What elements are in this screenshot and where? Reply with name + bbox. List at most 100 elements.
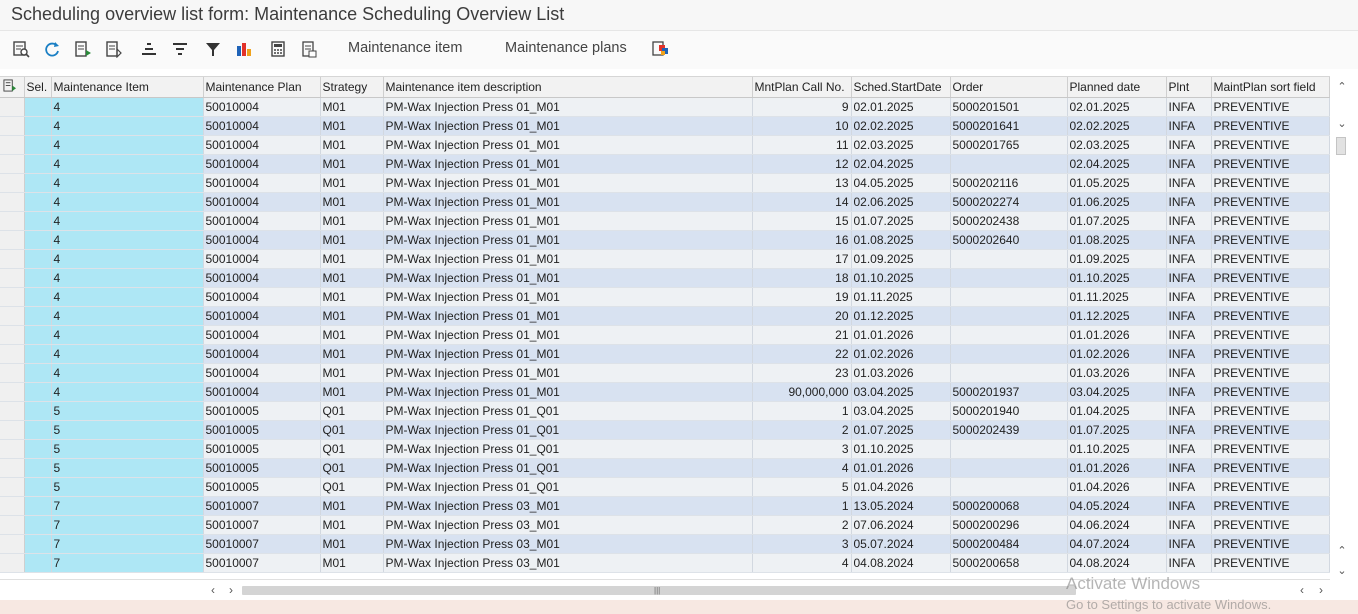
scroll-down-bottom-icon[interactable]: ⌄ <box>1335 563 1349 577</box>
cell-maintenance-item[interactable]: 7 <box>51 515 204 535</box>
cell-planned-date[interactable]: 01.10.2025 <box>1067 268 1167 288</box>
cell-description[interactable]: PM-Wax Injection Press 03_M01 <box>383 496 753 516</box>
cell-strategy[interactable]: M01 <box>320 268 384 288</box>
sel-cell[interactable] <box>24 363 52 383</box>
table-row[interactable]: 4 50010004 M01 PM-Wax Injection Press 01_M0… <box>0 249 1330 269</box>
cell-planned-date[interactable]: 01.07.2025 <box>1067 420 1167 440</box>
cell-call-number[interactable]: 22 <box>752 344 852 364</box>
cell-sort-field[interactable]: PREVENTIVE <box>1211 458 1330 478</box>
cell-sort-field[interactable]: PREVENTIVE <box>1211 382 1330 402</box>
cell-order[interactable] <box>950 287 1068 307</box>
cell-description[interactable]: PM-Wax Injection Press 01_M01 <box>383 97 753 117</box>
cell-strategy[interactable]: M01 <box>320 325 384 345</box>
cell-maintenance-plan[interactable]: 50010004 <box>203 173 321 193</box>
cell-plant[interactable]: INFA <box>1166 382 1212 402</box>
filter-icon[interactable] <box>203 39 223 59</box>
cell-sort-field[interactable]: PREVENTIVE <box>1211 116 1330 136</box>
row-selector[interactable] <box>0 287 25 307</box>
cell-planned-date[interactable]: 01.06.2025 <box>1067 192 1167 212</box>
cell-description[interactable]: PM-Wax Injection Press 01_Q01 <box>383 401 753 421</box>
sel-cell[interactable] <box>24 211 52 231</box>
cell-planned-date[interactable]: 01.12.2025 <box>1067 306 1167 326</box>
cell-maintenance-plan[interactable]: 50010007 <box>203 515 321 535</box>
cell-call-number[interactable]: 20 <box>752 306 852 326</box>
cell-maintenance-item[interactable]: 4 <box>51 116 204 136</box>
sel-cell[interactable] <box>24 401 52 421</box>
cell-planned-date[interactable]: 03.04.2025 <box>1067 382 1167 402</box>
row-selector[interactable] <box>0 382 25 402</box>
cell-call-number[interactable]: 18 <box>752 268 852 288</box>
cell-sched-start-date[interactable]: 01.10.2025 <box>851 268 951 288</box>
refresh-icon[interactable] <box>42 39 62 59</box>
cell-description[interactable]: PM-Wax Injection Press 03_M01 <box>383 534 753 554</box>
cell-maintenance-plan[interactable]: 50010004 <box>203 135 321 155</box>
row-selector[interactable] <box>0 249 25 269</box>
sel-cell[interactable] <box>24 477 52 497</box>
cell-sort-field[interactable]: PREVENTIVE <box>1211 420 1330 440</box>
cell-planned-date[interactable]: 01.04.2025 <box>1067 401 1167 421</box>
cell-sort-field[interactable]: PREVENTIVE <box>1211 211 1330 231</box>
cell-planned-date[interactable]: 02.01.2025 <box>1067 97 1167 117</box>
cell-maintenance-item[interactable]: 4 <box>51 135 204 155</box>
cell-sort-field[interactable]: PREVENTIVE <box>1211 192 1330 212</box>
cell-sort-field[interactable]: PREVENTIVE <box>1211 230 1330 250</box>
cell-sort-field[interactable]: PREVENTIVE <box>1211 173 1330 193</box>
print-icon[interactable] <box>268 39 288 59</box>
cell-strategy[interactable]: Q01 <box>320 420 384 440</box>
cell-maintenance-plan[interactable]: 50010004 <box>203 211 321 231</box>
cell-planned-date[interactable]: 02.03.2025 <box>1067 135 1167 155</box>
cell-order[interactable] <box>950 477 1068 497</box>
sel-cell[interactable] <box>24 249 52 269</box>
cell-maintenance-plan[interactable]: 50010004 <box>203 325 321 345</box>
cell-maintenance-item[interactable]: 4 <box>51 97 204 117</box>
cell-strategy[interactable]: M01 <box>320 211 384 231</box>
cell-planned-date[interactable]: 04.05.2024 <box>1067 496 1167 516</box>
cell-maintenance-item[interactable]: 5 <box>51 439 204 459</box>
cell-plant[interactable]: INFA <box>1166 97 1212 117</box>
cell-plant[interactable]: INFA <box>1166 192 1212 212</box>
cell-order[interactable]: 5000201765 <box>950 135 1068 155</box>
row-selector[interactable] <box>0 496 25 516</box>
horizontal-scroll-thumb[interactable]: ||| <box>242 586 1076 595</box>
cell-plant[interactable]: INFA <box>1166 458 1212 478</box>
graphic-icon[interactable] <box>234 39 254 59</box>
cell-call-number[interactable]: 2 <box>752 515 852 535</box>
cell-plant[interactable]: INFA <box>1166 344 1212 364</box>
table-row[interactable]: 4 50010004 M01 PM-Wax Injection Press 01_M0… <box>0 325 1330 345</box>
cell-sched-start-date[interactable]: 02.06.2025 <box>851 192 951 212</box>
cell-strategy[interactable]: M01 <box>320 230 384 250</box>
sel-cell[interactable] <box>24 97 52 117</box>
cell-maintenance-plan[interactable]: 50010004 <box>203 154 321 174</box>
cell-order[interactable] <box>950 306 1068 326</box>
cell-planned-date[interactable]: 01.10.2025 <box>1067 439 1167 459</box>
cell-description[interactable]: PM-Wax Injection Press 01_Q01 <box>383 477 753 497</box>
row-selector[interactable] <box>0 154 25 174</box>
cell-strategy[interactable]: M01 <box>320 287 384 307</box>
scroll-right-end-icon[interactable]: › <box>1314 583 1328 597</box>
cell-sched-start-date[interactable]: 01.07.2025 <box>851 420 951 440</box>
cell-maintenance-plan[interactable]: 50010004 <box>203 287 321 307</box>
cell-description[interactable]: PM-Wax Injection Press 01_Q01 <box>383 420 753 440</box>
cell-order[interactable]: 5000201937 <box>950 382 1068 402</box>
cell-call-number[interactable]: 9 <box>752 97 852 117</box>
cell-sort-field[interactable]: PREVENTIVE <box>1211 97 1330 117</box>
sel-cell[interactable] <box>24 287 52 307</box>
cell-maintenance-plan[interactable]: 50010005 <box>203 420 321 440</box>
cell-call-number[interactable]: 1 <box>752 401 852 421</box>
table-row[interactable]: 5 50010005 Q01 PM-Wax Injection Press 01_Q0… <box>0 477 1330 497</box>
table-row[interactable]: 7 50010007 M01 PM-Wax Injection Press 03_M0… <box>0 534 1330 554</box>
cell-call-number[interactable]: 13 <box>752 173 852 193</box>
row-selector[interactable] <box>0 439 25 459</box>
cell-plant[interactable]: INFA <box>1166 553 1212 573</box>
cell-planned-date[interactable]: 01.08.2025 <box>1067 230 1167 250</box>
cell-order[interactable] <box>950 363 1068 383</box>
cell-description[interactable]: PM-Wax Injection Press 01_M01 <box>383 173 753 193</box>
cell-strategy[interactable]: M01 <box>320 97 384 117</box>
table-row[interactable]: 5 50010005 Q01 PM-Wax Injection Press 01_Q0… <box>0 439 1330 459</box>
cell-maintenance-plan[interactable]: 50010007 <box>203 496 321 516</box>
table-row[interactable]: 4 50010004 M01 PM-Wax Injection Press 01_M0… <box>0 344 1330 364</box>
cell-planned-date[interactable]: 01.05.2025 <box>1067 173 1167 193</box>
cell-plant[interactable]: INFA <box>1166 420 1212 440</box>
layout-settings-button[interactable] <box>0 77 25 98</box>
export-icon[interactable] <box>299 39 319 59</box>
